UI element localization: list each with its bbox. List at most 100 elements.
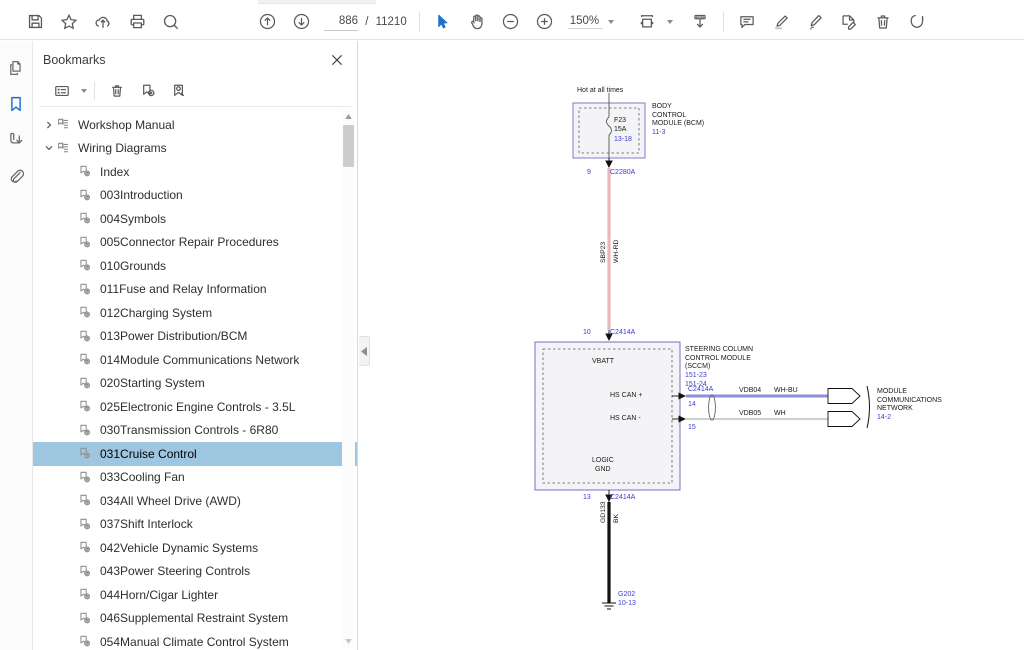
zoom-out-button[interactable]	[494, 7, 528, 37]
can-high-color-label: WH-BU	[774, 387, 798, 396]
zoom-level-select[interactable]: 150%	[568, 14, 614, 29]
mcn-ref-label[interactable]: 14-2	[877, 414, 891, 423]
mcn-label-line2: COMMUNICATIONS	[877, 397, 942, 406]
download-button[interactable]	[683, 7, 717, 37]
gnd-connector-pin-label: 13	[583, 494, 591, 503]
save-button[interactable]	[18, 7, 52, 37]
twisty-spacer	[63, 422, 79, 438]
thumbnails-panel-button[interactable]	[1, 51, 31, 85]
bookmark-item[interactable]: 042Vehicle Dynamic Systems	[33, 536, 357, 560]
highlight-button[interactable]	[764, 7, 798, 37]
zoom-in-button[interactable]	[528, 7, 562, 37]
page-bookmark-icon	[79, 422, 97, 438]
bookmark-item[interactable]: 010Grounds	[33, 254, 357, 278]
edit-bookmark-button[interactable]	[164, 78, 194, 104]
bookmark-item[interactable]: 033Cooling Fan	[33, 466, 357, 490]
sccm-hs-can-low-pin-label: HS CAN -	[610, 415, 641, 424]
bookmarks-panel-button[interactable]	[1, 87, 31, 121]
page-number-input[interactable]	[324, 12, 358, 31]
page-bookmark-icon	[79, 469, 97, 485]
twisty-spacer	[63, 516, 79, 532]
bookmark-options-button[interactable]	[47, 78, 77, 104]
twisty-spacer	[63, 164, 79, 180]
bookmark-item[interactable]: 054Manual Climate Control System	[33, 630, 357, 650]
bookmarks-tree[interactable]: Workshop ManualWiring DiagramsIndex003In…	[33, 107, 357, 650]
panel-collapse-handle[interactable]	[359, 336, 370, 366]
twisty-spacer	[63, 211, 79, 227]
bookmark-item[interactable]: 046Supplemental Restraint System	[33, 607, 357, 631]
page-bookmark-icon	[79, 352, 97, 368]
bookmark-item[interactable]: 011Fuse and Relay Information	[33, 278, 357, 302]
bookmark-item[interactable]: Index	[33, 160, 357, 184]
print-button[interactable]	[120, 7, 154, 37]
bookmark-item[interactable]: 044Horn/Cigar Lighter	[33, 583, 357, 607]
vbatt-connector-id-label[interactable]: C2414A	[610, 329, 635, 338]
twisty-spacer	[63, 469, 79, 485]
bookmark-item[interactable]: Workshop Manual	[33, 113, 357, 137]
delete-button[interactable]	[866, 7, 900, 37]
bookmarks-scrollbar[interactable]	[342, 110, 355, 648]
bookmark-options-chevron-down-icon[interactable]	[81, 89, 87, 93]
comment-button[interactable]	[730, 7, 764, 37]
previous-page-button[interactable]	[250, 7, 284, 37]
pan-tool-button[interactable]	[460, 7, 494, 37]
bookmark-item[interactable]: 014Module Communications Network	[33, 348, 357, 372]
chevron-down-icon[interactable]	[41, 140, 57, 156]
fuse-rating-label: 15A	[614, 126, 626, 135]
bookmark-item[interactable]: 005Connector Repair Procedures	[33, 231, 357, 255]
search-button[interactable]	[154, 7, 188, 37]
bookmark-item[interactable]: 037Shift Interlock	[33, 513, 357, 537]
new-bookmark-button[interactable]	[133, 78, 163, 104]
delete-bookmark-button[interactable]	[102, 78, 132, 104]
bookmark-item[interactable]: Wiring Diagrams	[33, 137, 357, 161]
scroll-up-arrow-icon[interactable]	[342, 110, 355, 123]
bookmark-item-label: 013Power Distribution/BCM	[100, 329, 247, 343]
fuse-ref-label[interactable]: 13-18	[614, 136, 632, 145]
signature-panel-button[interactable]	[1, 123, 31, 157]
mcn-label-line3: NETWORK	[877, 405, 913, 414]
bookmarks-panel-header: Bookmarks	[33, 45, 357, 75]
gnd-connector-id-label[interactable]: C2414A	[610, 494, 635, 503]
document-viewport[interactable]: Hot at all times F23 15A 13-18 BODY CONT…	[370, 41, 1024, 650]
bookmark-item[interactable]: 003Introduction	[33, 184, 357, 208]
can-high-circuit-label: VDB04	[739, 387, 761, 396]
bookmark-item-label: 010Grounds	[100, 259, 166, 273]
close-icon[interactable]	[327, 50, 347, 70]
fit-options-chevron-down-icon[interactable]	[667, 20, 673, 24]
fit-page-button[interactable]	[630, 7, 664, 37]
bookmark-item-label: 020Starting System	[100, 376, 205, 390]
bookmark-item[interactable]: 004Symbols	[33, 207, 357, 231]
scroll-down-arrow-icon[interactable]	[342, 635, 355, 648]
bookmark-item[interactable]: 020Starting System	[33, 372, 357, 396]
bookmark-item-selected[interactable]: 031Cruise Control	[33, 442, 357, 466]
bookmark-item[interactable]: 013Power Distribution/BCM	[33, 325, 357, 349]
bookmark-item[interactable]: 043Power Steering Controls	[33, 560, 357, 584]
attachments-panel-button[interactable]	[1, 159, 31, 193]
favorite-button[interactable]	[52, 7, 86, 37]
bookmark-item[interactable]: 012Charging System	[33, 301, 357, 325]
top-connector-id-label[interactable]: C2280A	[610, 169, 635, 178]
sccm-ref-label-1[interactable]: 151-23	[685, 372, 707, 381]
next-page-button[interactable]	[284, 7, 318, 37]
rotate-button[interactable]	[900, 7, 934, 37]
bookmark-item-label: 043Power Steering Controls	[100, 564, 250, 578]
bookmark-item[interactable]: 034All Wheel Drive (AWD)	[33, 489, 357, 513]
bookmark-item[interactable]: 030Transmission Controls - 6R80	[33, 419, 357, 443]
page-bookmark-icon	[79, 446, 97, 462]
bookmark-item-label: 042Vehicle Dynamic Systems	[100, 541, 258, 555]
ground-id-label[interactable]: G202	[618, 591, 635, 600]
select-tool-button[interactable]	[426, 7, 460, 37]
bcm-label-line2: CONTROL	[652, 112, 686, 121]
can-connector-id-label[interactable]: C2414A	[688, 386, 713, 395]
cloud-upload-button[interactable]	[86, 7, 120, 37]
vbatt-connector-pin-label: 10	[583, 329, 591, 338]
draw-button[interactable]	[798, 7, 832, 37]
ground-ref-label[interactable]: 10-13	[618, 600, 636, 609]
hot-at-all-times-label: Hot at all times	[577, 87, 623, 96]
stamp-button[interactable]	[832, 7, 866, 37]
chevron-right-icon[interactable]	[41, 117, 57, 133]
bcm-ref-label[interactable]: 11-3	[652, 129, 666, 138]
bookmark-item[interactable]: 025Electronic Engine Controls - 3.5L	[33, 395, 357, 419]
scrollbar-thumb[interactable]	[343, 125, 354, 167]
bookmark-item-label: 037Shift Interlock	[100, 517, 193, 531]
